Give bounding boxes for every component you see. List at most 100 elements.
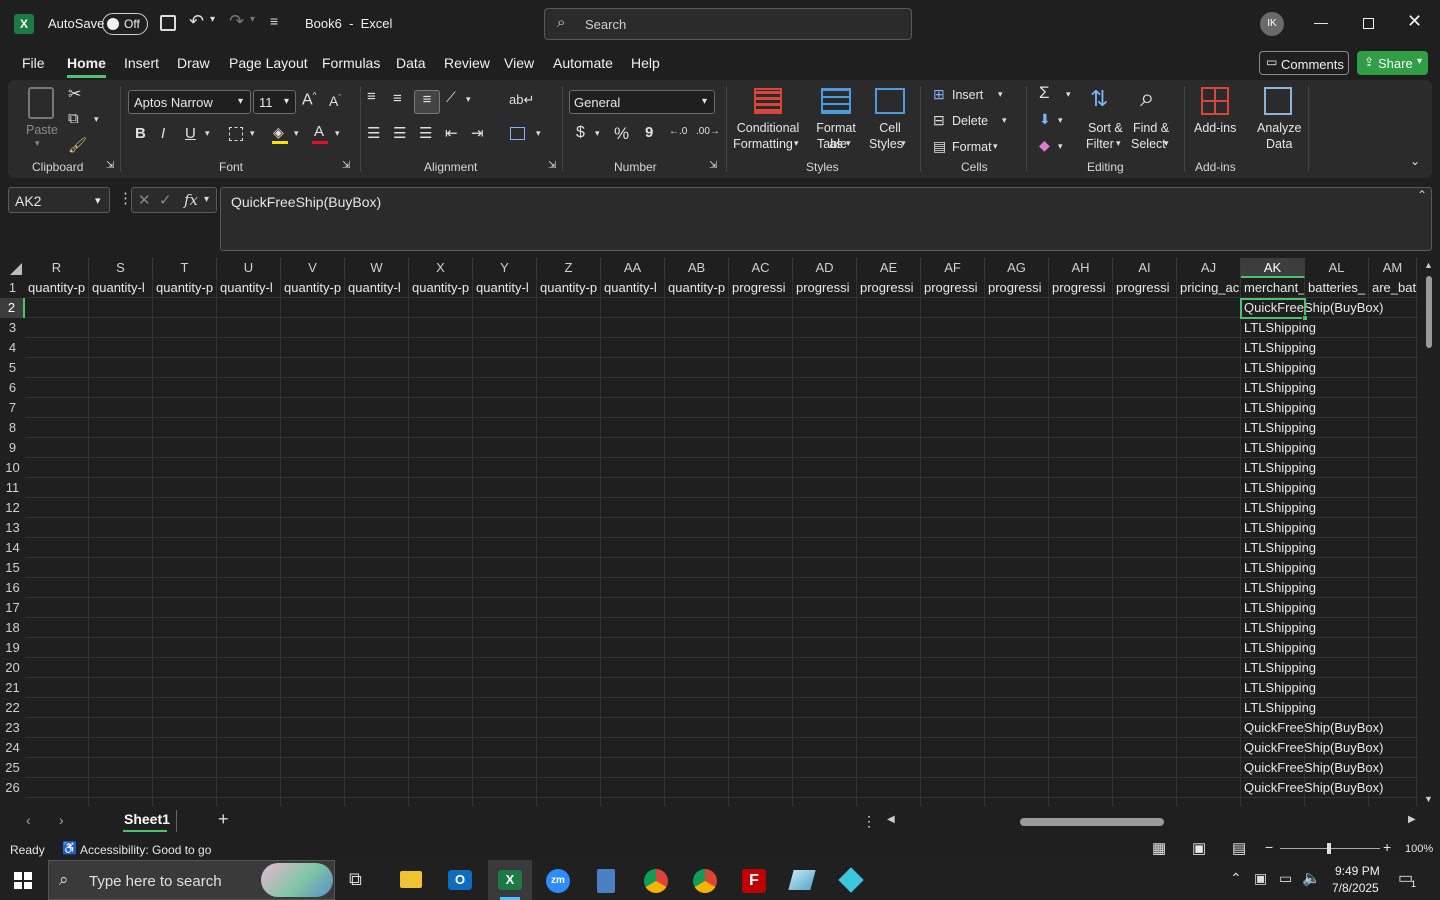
column-header-ac[interactable]: AC (729, 258, 793, 278)
header-cell[interactable]: pricing_ac (1177, 278, 1240, 298)
row-header[interactable]: 20 (0, 658, 25, 678)
ak-cell[interactable]: LTLShipping (1241, 478, 1411, 498)
header-cell[interactable]: are_bat (1369, 278, 1416, 298)
filezilla-icon[interactable]: F (734, 864, 774, 896)
row-header[interactable]: 5 (0, 358, 25, 378)
column-header-ai[interactable]: AI (1113, 258, 1177, 278)
conditional-formatting-label2[interactable]: Formatting (730, 136, 796, 152)
merge-dropdown-icon[interactable]: ▾ (536, 128, 541, 139)
format-as-table-icon[interactable] (821, 88, 851, 114)
column-header-t[interactable]: T (153, 258, 217, 278)
tab-splitter-icon[interactable]: ⋮ (862, 813, 876, 830)
next-sheet-icon[interactable]: › (59, 812, 64, 828)
ak-cell[interactable]: LTLShipping (1241, 658, 1411, 678)
ak-cell[interactable]: LTLShipping (1241, 578, 1411, 598)
tray-app-icon[interactable]: ▣ (1254, 870, 1267, 887)
underline-dropdown-icon[interactable]: ▾ (205, 128, 210, 139)
insert-cells-icon[interactable]: ⊞ (933, 86, 945, 103)
menu-view[interactable]: View (504, 55, 534, 71)
cancel-icon[interactable]: ✕ (138, 191, 151, 209)
sort-filter-label2[interactable]: Filter (1086, 136, 1114, 152)
select-all-corner[interactable] (0, 258, 25, 278)
align-left-icon[interactable]: ☰ (367, 124, 380, 142)
row-header[interactable]: 9 (0, 438, 25, 458)
menu-page-layout[interactable]: Page Layout (229, 55, 308, 71)
orientation-icon[interactable]: ⟋ (446, 89, 456, 106)
row-header[interactable]: 4 (0, 338, 25, 358)
wrap-text-icon[interactable]: ab↵ (509, 92, 534, 108)
zoom-slider-thumb[interactable] (1327, 843, 1331, 854)
header-cell[interactable]: quantity-l (601, 278, 664, 298)
comma-button[interactable]: 9 (645, 124, 653, 141)
vertical-scrollbar[interactable]: ▲ ▼ (1418, 258, 1440, 806)
decrease-decimal-icon[interactable]: .00→ (696, 126, 720, 137)
decrease-font-size-icon[interactable]: Aˇ (329, 93, 341, 109)
borders-dropdown-icon[interactable]: ▾ (250, 128, 255, 139)
ak-cell[interactable]: LTLShipping (1241, 518, 1411, 538)
header-cell[interactable]: quantity-p (281, 278, 344, 298)
add-sheet-icon[interactable]: + (218, 809, 229, 830)
ribbon-collapse-icon[interactable]: ⌄ (1410, 154, 1420, 168)
header-cell[interactable]: merchant_ (1241, 278, 1304, 298)
taskbar-search-box[interactable]: ⌕ Type here to search (48, 860, 335, 900)
ak-cell[interactable]: LTLShipping (1241, 598, 1411, 618)
sheet-tab-sheet1[interactable]: Sheet1 (115, 806, 175, 834)
volume-icon[interactable]: 🔈 (1302, 869, 1321, 887)
format-cells-icon[interactable]: ▤ (933, 138, 946, 155)
header-cell[interactable]: quantity-p (537, 278, 600, 298)
ak-cell[interactable]: LTLShipping (1241, 618, 1411, 638)
row-header[interactable]: 6 (0, 378, 25, 398)
clear-icon[interactable]: ◆ (1039, 137, 1050, 154)
ak-cell[interactable]: LTLShipping (1241, 558, 1411, 578)
header-cell[interactable]: quantity-l (217, 278, 280, 298)
undo-icon[interactable]: ↶ (189, 11, 204, 32)
header-cell[interactable]: progressi (1049, 278, 1112, 298)
fill-icon[interactable]: ⬇ (1039, 111, 1051, 128)
row-header[interactable]: 19 (0, 638, 25, 658)
clear-dropdown-icon[interactable]: ▾ (1058, 141, 1063, 152)
copy-dropdown-icon[interactable]: ▾ (94, 114, 99, 125)
enter-icon[interactable]: ✓ (159, 191, 172, 209)
header-cell[interactable]: quantity-p (25, 278, 88, 298)
column-header-al[interactable]: AL (1305, 258, 1369, 278)
fill-color-dropdown-icon[interactable]: ▾ (294, 128, 299, 139)
row-header[interactable]: 12 (0, 498, 25, 518)
analyze-data-label1[interactable]: Analyze (1257, 120, 1301, 136)
font-color-dropdown-icon[interactable]: ▾ (335, 128, 340, 139)
menu-draw[interactable]: Draw (177, 55, 210, 71)
column-header-af[interactable]: AF (921, 258, 985, 278)
zoom-level[interactable]: 100% (1405, 843, 1433, 855)
network-icon[interactable]: ▭ (1279, 870, 1292, 887)
header-cell[interactable]: progressi (729, 278, 792, 298)
excel-taskbar-icon[interactable]: X (488, 860, 532, 900)
row-header[interactable]: 15 (0, 558, 25, 578)
paste-dropdown-icon[interactable]: ▾ (35, 138, 40, 149)
autosave-toggle[interactable]: Off (102, 13, 148, 35)
addins-label[interactable]: Add-ins (1194, 120, 1236, 136)
search-box[interactable]: ⌕ Search (544, 8, 912, 40)
vertical-scroll-thumb[interactable] (1426, 276, 1432, 348)
row-header[interactable]: 26 (0, 778, 25, 798)
percent-button[interactable]: % (614, 124, 629, 144)
header-cell[interactable]: quantity-l (89, 278, 152, 298)
calculator-icon[interactable] (586, 864, 626, 896)
row-header[interactable]: 24 (0, 738, 25, 758)
addins-icon[interactable] (1201, 87, 1229, 115)
menu-review[interactable]: Review (444, 55, 490, 71)
app-diamond-icon[interactable] (831, 864, 871, 896)
row-header[interactable]: 16 (0, 578, 25, 598)
align-bottom-button[interactable]: ≡ (414, 90, 440, 114)
scroll-right-icon[interactable]: ▶ (1408, 814, 1416, 825)
font-launcher-icon[interactable]: ⇲ (342, 160, 350, 171)
conditional-formatting-label1[interactable]: Conditional (733, 120, 803, 136)
header-cell[interactable]: progressi (793, 278, 856, 298)
windows-start-icon[interactable] (14, 872, 32, 889)
clock-time[interactable]: 9:49 PM (1335, 864, 1380, 878)
ak-cell[interactable]: LTLShipping (1241, 358, 1411, 378)
fill-color-icon[interactable]: ◈ (273, 124, 284, 141)
ak-cell[interactable]: QuickFreeShip(BuyBox) (1241, 718, 1411, 738)
row-header[interactable]: 21 (0, 678, 25, 698)
italic-button[interactable]: I (161, 125, 165, 142)
chrome-icon[interactable] (636, 864, 676, 896)
row-header[interactable]: 22 (0, 698, 25, 718)
